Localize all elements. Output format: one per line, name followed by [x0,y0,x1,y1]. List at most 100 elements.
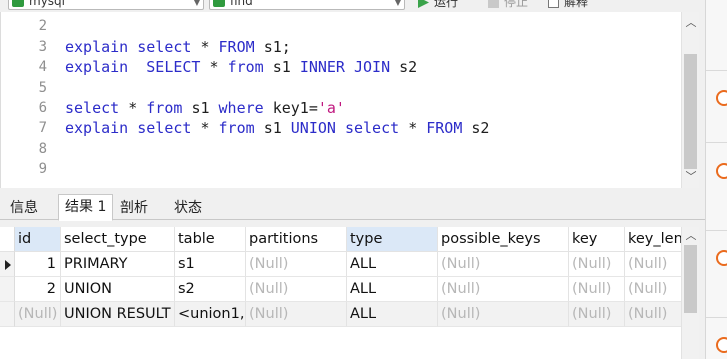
table-row[interactable]: 2 UNION s2 (Null) ALL (Null) (Null) (Null) [0,277,699,302]
cell-type[interactable]: ALL [347,302,438,327]
cell-type[interactable]: ALL [347,252,438,277]
row-selector[interactable] [0,277,15,302]
stop-icon [488,0,499,8]
result-grid[interactable]: id select_type table partitions type pos… [0,227,699,359]
cell-id[interactable]: 2 [15,277,61,302]
table-row[interactable]: (Null)UNION RESULT<union1,2>(Null)ALL(Nu… [0,302,699,327]
row-header-corner [0,227,15,252]
scroll-up-icon[interactable]: ︿ [682,14,700,32]
line-number: 8 [38,141,47,157]
cell-possible-keys[interactable]: (Null) [438,277,569,302]
line-number: 5 [38,80,47,96]
connection-icon [12,0,24,7]
line-number: 9 [38,161,47,177]
side-panel [705,0,727,359]
column-header-key-len[interactable]: key_len [625,227,685,252]
editor-line[interactable]: 8 [1,139,681,159]
cell-select-type[interactable]: UNION RESULT [61,302,175,327]
scroll-up-icon[interactable]: ︿ [682,227,699,245]
database-select-value: find [230,0,253,8]
cell-table[interactable]: s1 [175,252,246,277]
line-number: 3 [38,39,47,55]
editor-line[interactable]: 3 explain select * FROM s1; [1,37,681,57]
cell-id[interactable]: (Null) [15,302,61,327]
column-header-key[interactable]: key [569,227,625,252]
row-selector[interactable] [0,252,15,277]
cell-possible-keys[interactable]: (Null) [438,252,569,277]
grid-scrollbar[interactable]: ︿ [681,227,699,359]
table-row[interactable]: 1 PRIMARY s1 (Null) ALL (Null) (Null) (Null) [0,252,699,277]
history-item-icon[interactable] [716,250,727,266]
run-button[interactable]: 运行 [418,0,458,10]
cell-table[interactable]: s2 [175,277,246,302]
chevron-down-icon: ▼ [394,0,401,7]
divider [706,230,727,231]
grid-scroll-thumb[interactable] [684,245,697,313]
cell-key[interactable]: (Null) [569,252,625,277]
tab-info[interactable]: 信息 [4,196,44,221]
cell-select-type[interactable]: UNION [61,277,175,302]
editor-line[interactable]: 7 explain select * from s1 UNION select *… [1,118,681,138]
code-text: explain select * FROM s1; [65,38,291,56]
tab-result-1[interactable]: 结果 1 [58,194,114,221]
line-number: 2 [38,18,47,34]
column-header-partitions[interactable]: partitions [246,227,347,252]
history-item-icon[interactable] [716,90,727,106]
column-header-select-type[interactable]: select_type [61,227,175,252]
divider [706,317,727,318]
history-item-icon[interactable] [716,163,727,179]
cell-key-len[interactable]: (Null) [625,302,685,327]
sql-editor[interactable]: 2 3 explain select * FROM s1; 4 explain SELE… [0,12,699,188]
editor-line[interactable]: 2 [1,16,681,36]
code-text: select * from s1 where key1='a' [65,99,345,117]
current-row-pointer-icon [5,260,11,270]
cell-partitions[interactable]: (Null) [246,302,347,327]
cell-select-type[interactable]: PRIMARY [61,252,175,277]
stop-label: 停止 [504,0,529,9]
row-selector[interactable] [0,302,15,327]
run-icon [418,0,429,8]
stop-button[interactable]: 停止 [488,0,528,10]
column-header-type[interactable]: type [347,227,438,252]
cell-key-len[interactable]: (Null) [625,252,685,277]
editor-line[interactable]: 5 [1,78,681,98]
tab-profile[interactable]: 剖析 [114,196,154,221]
code-text: explain select * from s1 UNION select * … [65,119,490,137]
cell-partitions[interactable]: (Null) [246,277,347,302]
connection-select-value: mysql [29,0,65,8]
explain-label: 解释 [564,0,589,9]
column-header-id[interactable]: id [15,227,61,252]
app-window: mysql ▼ find ▼ 运行 停止 解释 2 3 explain select… [0,0,727,359]
chevron-down-icon: ▼ [193,0,200,7]
tab-status[interactable]: 状态 [168,196,208,221]
code-text: explain SELECT * from s1 INNER JOIN s2 [65,58,418,76]
cell-partitions[interactable]: (Null) [246,252,347,277]
run-label: 运行 [434,0,459,9]
cell-key-len[interactable]: (Null) [625,277,685,302]
database-icon [213,0,225,7]
cell-type[interactable]: ALL [347,277,438,302]
database-select[interactable]: find ▼ [209,0,405,10]
editor-line[interactable]: 9 [1,159,681,179]
editor-scroll-thumb[interactable] [684,54,697,169]
query-toolbar: mysql ▼ find ▼ 运行 停止 解释 [0,0,705,12]
column-header-possible-keys[interactable]: possible_keys [438,227,569,252]
editor-scrollbar[interactable]: ︿ ﹀ [681,12,699,188]
cell-id[interactable]: 1 [15,252,61,277]
line-number: 6 [38,100,47,116]
line-number: 7 [38,120,47,136]
explain-button[interactable]: 解释 [548,0,588,10]
connection-select[interactable]: mysql ▼ [8,0,204,10]
result-tabs: 信息 结果 1 剖析 状态 [0,193,705,221]
history-item-icon[interactable] [716,337,727,353]
editor-line[interactable]: 4 explain SELECT * from s1 INNER JOIN s2 [1,57,681,77]
editor-line[interactable]: 6 select * from s1 where key1='a' [1,98,681,118]
cell-table[interactable]: <union1,2> [175,302,246,327]
divider [706,142,727,143]
column-header-table[interactable]: table [175,227,246,252]
cell-key[interactable]: (Null) [569,302,625,327]
scroll-down-icon[interactable]: ﹀ [682,168,700,186]
grid-header-row: id select_type table partitions type pos… [0,227,699,252]
cell-possible-keys[interactable]: (Null) [438,302,569,327]
cell-key[interactable]: (Null) [569,277,625,302]
